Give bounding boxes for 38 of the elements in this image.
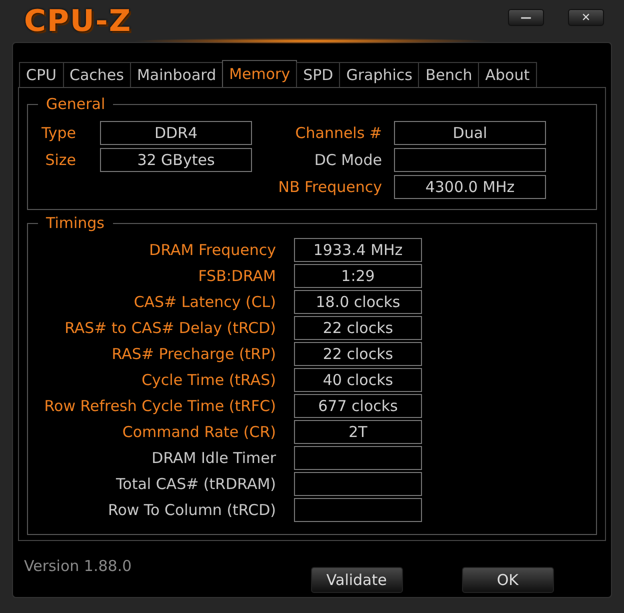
- field-label: Total CAS# (tRDRAM): [115, 474, 276, 495]
- field-label: Size: [44, 150, 76, 171]
- field-label: Cycle Time (tRAS): [140, 370, 276, 391]
- field-label: NB Frequency: [277, 177, 382, 198]
- field-label: Channels #: [294, 123, 382, 144]
- app-logo: CPU-Z: [24, 3, 132, 41]
- tab[interactable]: SPD: [296, 62, 340, 87]
- tab[interactable]: CPU: [19, 62, 64, 87]
- close-button[interactable]: ✕: [568, 9, 604, 26]
- value-field: Dual: [394, 121, 546, 145]
- field-label: RAS# Precharge (tRP): [110, 344, 276, 365]
- field-label: Row Refresh Cycle Time (tRFC): [43, 396, 276, 417]
- value-field: 2T: [294, 420, 422, 444]
- field-label: RAS# to CAS# Delay (tRCD): [64, 318, 276, 339]
- minimize-button[interactable]: —: [508, 9, 544, 26]
- ok-button[interactable]: OK: [462, 567, 554, 593]
- field-label: Row To Column (tRCD): [106, 500, 276, 521]
- value-field: 32 GBytes: [100, 148, 252, 172]
- value-field: 4300.0 MHz: [394, 175, 546, 199]
- field-label: DC Mode: [313, 150, 382, 171]
- version-label: Version 1.88.0: [24, 556, 132, 577]
- value-field: 18.0 clocks: [294, 290, 422, 314]
- field-label: Command Rate (CR): [121, 422, 276, 443]
- field-label: CAS# Latency (CL): [132, 292, 276, 313]
- field-label: DRAM Idle Timer: [150, 448, 276, 469]
- value-field: 1933.4 MHz: [294, 238, 422, 262]
- value-field: 677 clocks: [294, 394, 422, 418]
- field-label: FSB:DRAM: [197, 266, 276, 287]
- value-field: DDR4: [100, 121, 252, 145]
- value-field: 22 clocks: [294, 342, 422, 366]
- tab[interactable]: Memory: [222, 60, 298, 87]
- value-field: 40 clocks: [294, 368, 422, 392]
- value-field: 1:29: [294, 264, 422, 288]
- value-field: 22 clocks: [294, 316, 422, 340]
- field-label: Type: [40, 123, 76, 144]
- tab[interactable]: About: [478, 62, 537, 87]
- validate-button[interactable]: Validate: [310, 567, 403, 593]
- field-label: DRAM Frequency: [148, 240, 276, 261]
